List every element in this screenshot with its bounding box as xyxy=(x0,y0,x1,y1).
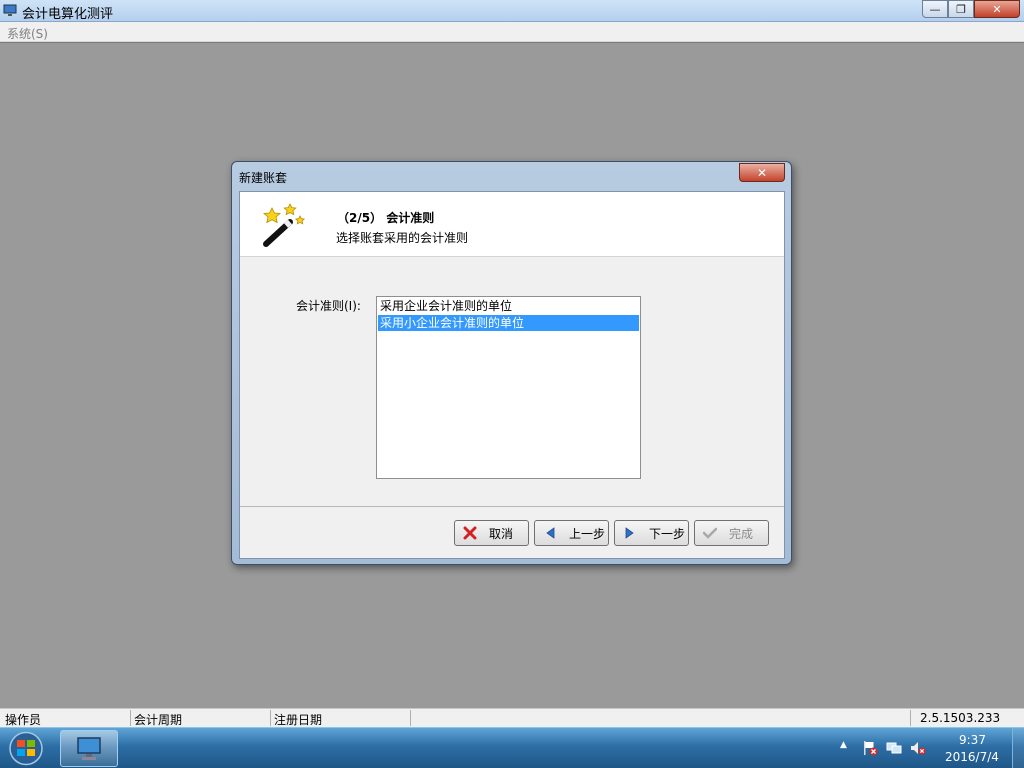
next-button[interactable]: 下一步 xyxy=(614,520,689,546)
minimize-button[interactable]: — xyxy=(922,0,948,18)
wizard-header: （2/5） 会计准则 选择账套采用的会计准则 xyxy=(240,192,784,257)
menu-system[interactable]: 系统(S) xyxy=(7,25,48,42)
wizard-footer: 取消 上一步 下一步 完成 xyxy=(240,506,784,558)
dialog-title: 新建账套 xyxy=(239,171,288,185)
taskbar-app-button[interactable] xyxy=(60,730,118,767)
computer-monitor-icon xyxy=(77,736,101,760)
window-title: 会计电算化测评 xyxy=(22,7,114,22)
close-button[interactable]: ✕ xyxy=(974,0,1020,18)
cancel-label: 取消 xyxy=(489,526,514,541)
volume-muted-icon[interactable] xyxy=(910,740,926,756)
tray-expand-icon[interactable]: ▲ xyxy=(840,740,856,756)
dialog-close-button[interactable]: ✕ xyxy=(739,163,785,182)
list-item[interactable]: 采用企业会计准则的单位 xyxy=(378,298,639,314)
window-titlebar: 会计电算化测评 — ❐ ✕ xyxy=(0,0,1024,22)
finish-button[interactable]: 完成 xyxy=(694,520,769,546)
app-computer-icon xyxy=(3,4,17,16)
wizard-step-title: （2/5） 会计准则 xyxy=(337,211,435,225)
new-account-set-dialog: 新建账套 ✕ （2/5） 会计准则 选择账套采用的会计准则 会计准则(I): 采… xyxy=(231,161,792,565)
status-reg-date: 注册日期 xyxy=(274,713,323,727)
clock-time[interactable]: 9:37 xyxy=(959,733,986,747)
status-operator: 操作员 xyxy=(5,713,42,727)
status-divider xyxy=(130,710,131,726)
accounting-standard-listbox[interactable]: 采用企业会计准则的单位 采用小企业会计准则的单位 xyxy=(376,296,641,479)
status-bar: 操作员 会计周期 注册日期 2.5.1503.233 xyxy=(0,708,1024,727)
clock-date[interactable]: 2016/7/4 xyxy=(945,750,999,764)
red-x-icon xyxy=(461,525,479,541)
status-period: 会计周期 xyxy=(134,713,183,727)
status-divider xyxy=(910,710,911,726)
show-desktop-button[interactable] xyxy=(1012,728,1024,768)
wizard-step-description: 选择账套采用的会计准则 xyxy=(336,231,469,245)
taskbar: ▲ 9:37 2016/7/4 xyxy=(0,727,1024,768)
status-divider xyxy=(410,710,411,726)
start-orb-icon[interactable] xyxy=(4,730,48,767)
left-arrow-icon xyxy=(541,525,559,541)
back-label: 上一步 xyxy=(569,526,606,541)
magic-wand-icon xyxy=(263,203,306,247)
menu-bar: 系统(S) xyxy=(0,22,1024,42)
back-button[interactable]: 上一步 xyxy=(534,520,609,546)
next-label: 下一步 xyxy=(649,526,686,541)
finish-label: 完成 xyxy=(729,526,754,541)
restore-button[interactable]: ❐ xyxy=(948,0,974,18)
list-item-selected[interactable]: 采用小企业会计准则的单位 xyxy=(378,315,639,331)
action-center-flag-icon[interactable] xyxy=(862,740,878,756)
network-icon[interactable] xyxy=(886,740,902,756)
cancel-button[interactable]: 取消 xyxy=(454,520,529,546)
accounting-standard-label: 会计准则(I): xyxy=(296,299,361,313)
checkmark-icon xyxy=(701,525,719,541)
window-controls: — ❐ ✕ xyxy=(922,0,1020,18)
status-version: 2.5.1503.233 xyxy=(920,711,1001,725)
status-divider xyxy=(270,710,271,726)
right-arrow-icon xyxy=(621,525,639,541)
dialog-body: （2/5） 会计准则 选择账套采用的会计准则 会计准则(I): 采用企业会计准则… xyxy=(239,191,785,559)
